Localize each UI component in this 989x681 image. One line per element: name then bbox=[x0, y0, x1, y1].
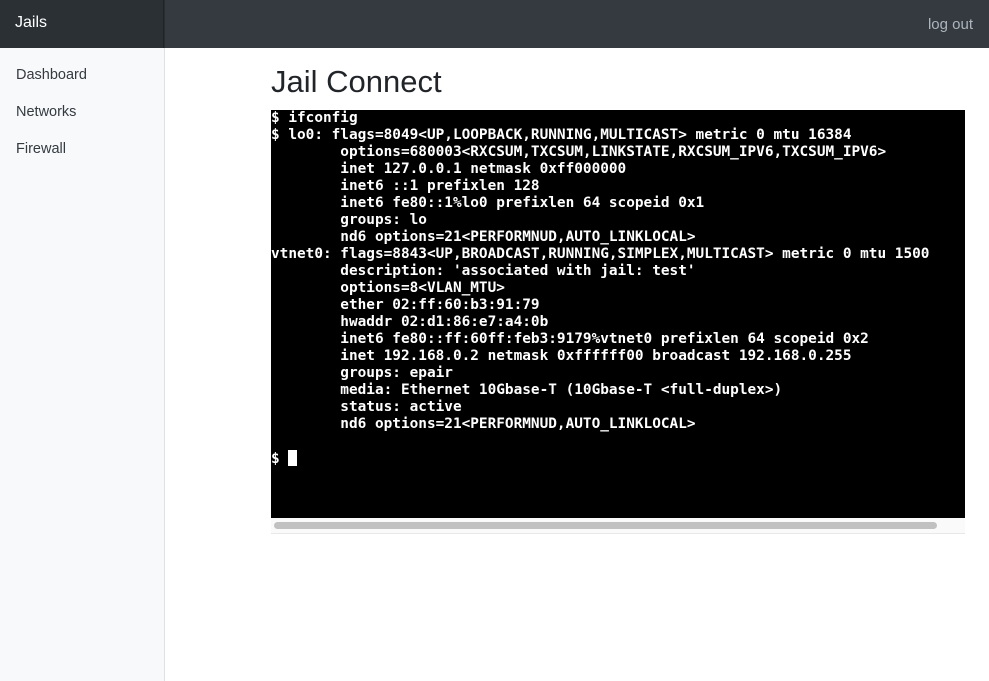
terminal-line: nd6 options=21<PERFORMNUD,AUTO_LINKLOCAL… bbox=[271, 229, 696, 245]
terminal-line: inet6 fe80::ff:60ff:feb3:9179%vtnet0 pre… bbox=[271, 331, 869, 347]
terminal-line: hwaddr 02:d1:86:e7:a4:0b bbox=[271, 314, 549, 330]
terminal-output: $ ifconfig $ lo0: flags=8049<UP,LOOPBACK,… bbox=[271, 110, 929, 467]
terminal-line: inet 127.0.0.1 netmask 0xff000000 bbox=[271, 161, 627, 177]
terminal-prompt-line[interactable]: $ bbox=[271, 450, 929, 467]
terminal-line: ether 02:ff:60:b3:91:79 bbox=[271, 297, 540, 313]
terminal-line: status: active bbox=[271, 399, 462, 415]
terminal-line: vtnet0: flags=8843<UP,BROADCAST,RUNNING,… bbox=[271, 246, 930, 262]
terminal-line: $ ifconfig bbox=[271, 110, 358, 126]
sidebar-item-firewall[interactable]: Firewall bbox=[16, 141, 66, 157]
terminal-line: inet6 ::1 prefixlen 128 bbox=[271, 178, 540, 194]
terminal-line: options=680003<RXCSUM,TXCSUM,LINKSTATE,R… bbox=[271, 144, 887, 160]
terminal-line: inet 192.168.0.2 netmask 0xffffff00 broa… bbox=[271, 348, 852, 364]
terminal-line: $ lo0: flags=8049<UP,LOOPBACK,RUNNING,MU… bbox=[271, 127, 852, 143]
brand-area[interactable]: Jails bbox=[0, 0, 165, 48]
top-navbar: Jails log out bbox=[0, 0, 989, 48]
terminal-line: nd6 options=21<PERFORMNUD,AUTO_LINKLOCAL… bbox=[271, 416, 696, 432]
sidebar-item-networks[interactable]: Networks bbox=[16, 104, 76, 120]
terminal-line: options=8<VLAN_MTU> bbox=[271, 280, 505, 296]
terminal-line: description: 'associated with jail: test… bbox=[271, 263, 696, 279]
brand-title[interactable]: Jails bbox=[15, 14, 47, 32]
terminal-line: groups: lo bbox=[271, 212, 427, 228]
page-title: Jail Connect bbox=[271, 64, 442, 99]
terminal-line: inet6 fe80::1%lo0 prefixlen 64 scopeid 0… bbox=[271, 195, 705, 211]
terminal-prompt: $ bbox=[271, 451, 289, 467]
terminal[interactable]: $ ifconfig $ lo0: flags=8049<UP,LOOPBACK,… bbox=[271, 110, 965, 518]
sidebar: Dashboard Networks Firewall bbox=[0, 48, 165, 681]
terminal-line: media: Ethernet 10Gbase-T (10Gbase-T <fu… bbox=[271, 382, 783, 398]
terminal-line: groups: epair bbox=[271, 365, 453, 381]
terminal-horizontal-scrollbar[interactable] bbox=[271, 518, 965, 534]
sidebar-item-dashboard[interactable]: Dashboard bbox=[16, 67, 87, 83]
logout-link[interactable]: log out bbox=[928, 16, 973, 33]
terminal-cursor bbox=[288, 450, 298, 466]
scrollbar-thumb[interactable] bbox=[274, 522, 937, 529]
